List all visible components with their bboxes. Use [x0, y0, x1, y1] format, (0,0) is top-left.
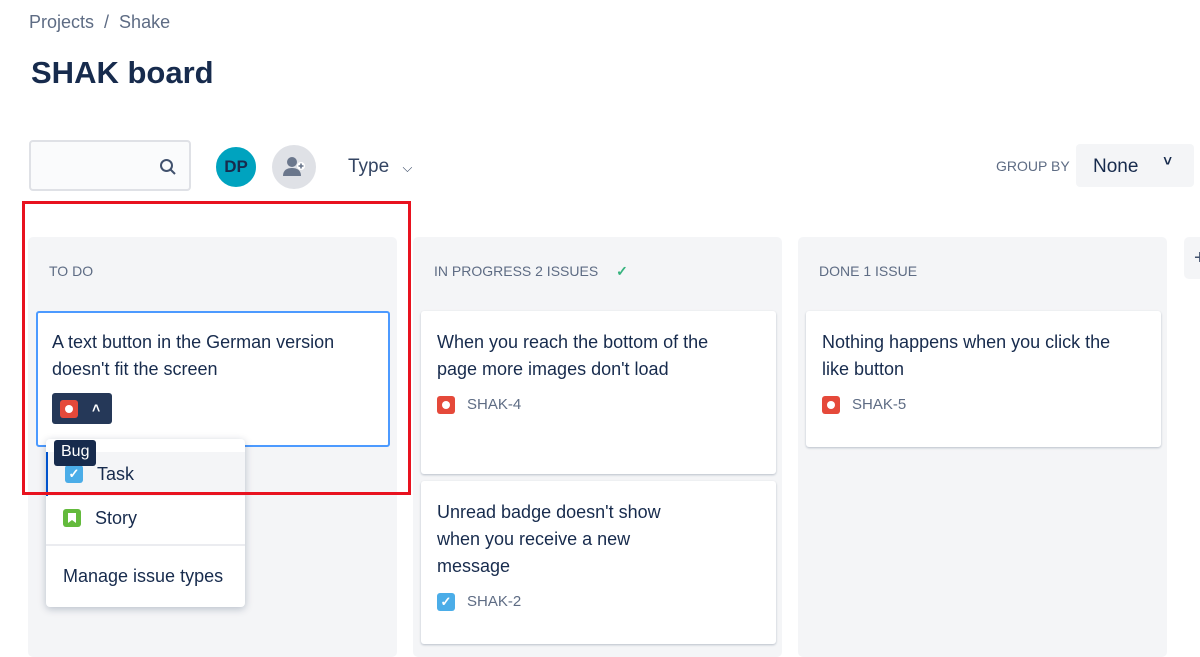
create-column-button[interactable]: + [1184, 237, 1200, 279]
check-icon: ✓ [616, 263, 628, 279]
menu-item-manage-issue-types[interactable]: Manage issue types [46, 554, 245, 598]
issue-card[interactable]: Unread badge doesn't show when you recei… [421, 481, 776, 644]
type-filter-dropdown[interactable]: Type ⌵ [348, 156, 412, 178]
issue-key: SHAK-2 [467, 593, 522, 610]
column-done: DONE 1 ISSUE Nothing happens when you cl… [798, 237, 1167, 657]
column-title: DONE 1 ISSUE [819, 263, 918, 279]
menu-item-label: Manage issue types [63, 565, 224, 586]
group-by-value: None [1093, 156, 1139, 177]
page-title: SHAK board [31, 55, 214, 90]
group-by-label: GROUP BY [996, 158, 1070, 174]
column-title: IN PROGRESS 2 ISSUES ✓ [434, 263, 628, 280]
highlight-box [22, 201, 411, 495]
issue-key: SHAK-4 [467, 396, 522, 413]
chevron-down-icon: ⌵ [402, 160, 413, 175]
avatar[interactable]: DP [214, 145, 258, 189]
task-icon: ✓ [437, 592, 455, 611]
menu-item-label: Story [95, 507, 138, 528]
menu-divider [46, 544, 245, 546]
group-by-select[interactable]: None ˅ [1076, 144, 1194, 187]
type-filter-label: Type [348, 156, 390, 177]
bug-icon [822, 395, 840, 414]
breadcrumb-separator: / [104, 12, 110, 32]
card-summary: When you reach the bottom of the page mo… [437, 332, 709, 379]
column-title-text: IN PROGRESS 2 ISSUES [434, 263, 599, 279]
search-input[interactable] [29, 140, 191, 191]
add-person-icon [283, 157, 305, 176]
card-summary: Nothing happens when you click the like … [822, 332, 1111, 379]
add-people-button[interactable] [272, 145, 316, 189]
plus-icon: + [1194, 247, 1200, 269]
breadcrumb: Projects / Shake [29, 12, 180, 33]
issue-key: SHAK-5 [852, 396, 907, 413]
story-icon [63, 509, 81, 527]
card-summary: Unread badge doesn't show when you recei… [437, 502, 661, 576]
chevron-down-icon: ˅ [1163, 153, 1172, 170]
bug-icon [437, 395, 455, 414]
breadcrumb-projects[interactable]: Projects [29, 12, 94, 32]
menu-item-story[interactable]: Story [46, 496, 245, 540]
search-icon [160, 159, 176, 175]
breadcrumb-shake[interactable]: Shake [119, 12, 170, 32]
issue-card[interactable]: When you reach the bottom of the page mo… [421, 311, 776, 474]
issue-card[interactable]: Nothing happens when you click the like … [806, 311, 1161, 447]
column-in-progress: IN PROGRESS 2 ISSUES ✓ When you reach the… [413, 237, 782, 657]
